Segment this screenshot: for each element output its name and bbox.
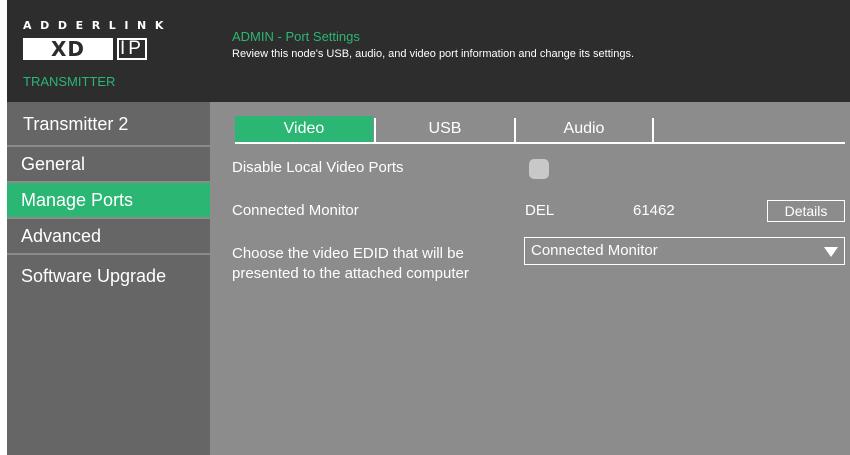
sidebar-divider [7,253,210,255]
tab-divider [652,118,654,142]
app-window: ADDERLINK XD IP TRANSMITTER ADMIN - Port… [7,0,850,455]
edid-select-value: Connected Monitor [531,242,658,259]
sidebar-item-manage-ports[interactable]: Manage Ports [7,183,210,217]
details-button[interactable]: Details [767,200,845,222]
sidebar: General Manage Ports Advanced Software U… [7,102,210,455]
sidebar-item-general[interactable]: General [7,147,210,181]
brand-logo: XD IP [23,37,147,61]
sidebar-item-advanced[interactable]: Advanced [7,219,210,253]
disable-local-video-checkbox[interactable] [529,159,549,179]
tab-audio[interactable]: Audio [516,116,652,142]
port-tabs: Video USB Audio [235,116,845,142]
connected-monitor-label: Connected Monitor [232,202,359,219]
monitor-vendor: DEL [525,202,555,219]
brand-wordmark: ADDERLINK [23,19,172,32]
sidebar-item-software-upgrade[interactable]: Software Upgrade [7,259,210,293]
chevron-down-icon [824,247,838,257]
header: ADDERLINK XD IP TRANSMITTER ADMIN - Port… [7,0,850,102]
device-type-label: TRANSMITTER [23,74,116,89]
brand-logo-xd: XD [23,38,113,60]
edid-select[interactable]: Connected Monitor [524,237,845,265]
device-name: Transmitter 2 [23,114,129,134]
monitor-id: 61462 [633,202,675,219]
page-title: ADMIN - Port Settings [232,29,360,44]
edid-label-line1: Choose the video EDID that will be [232,245,464,262]
disable-local-video-label: Disable Local Video Ports [232,159,404,176]
tab-underline [235,142,845,144]
tab-usb[interactable]: USB [376,116,514,142]
brand-logo-ip: IP [117,38,147,60]
edid-label-line2: presented to the attached computer [232,265,469,282]
tab-video[interactable]: Video [235,116,373,142]
page-description: Review this node's USB, audio, and video… [232,48,634,60]
